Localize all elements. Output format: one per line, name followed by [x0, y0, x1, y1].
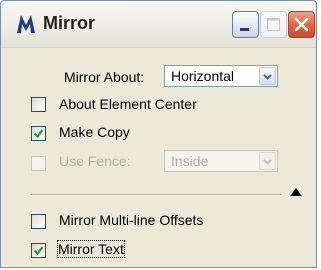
about-element-center-checkbox[interactable]	[31, 97, 46, 112]
chevron-down-icon	[263, 74, 272, 80]
use-fence-label[interactable]: Use Fence:	[59, 153, 131, 169]
section-divider	[31, 194, 281, 196]
use-fence-mode-value: Inside	[171, 153, 209, 169]
minimize-icon	[240, 28, 249, 31]
mirror-multiline-offsets-label[interactable]: Mirror Multi-line Offsets	[59, 212, 203, 228]
mirror-about-label: Mirror About:	[64, 69, 145, 85]
mirror-text-label[interactable]: Mirror Text	[57, 240, 125, 258]
collapse-arrow-icon[interactable]	[290, 188, 302, 196]
mirror-about-select[interactable]: Horizontal	[164, 65, 278, 87]
checkmark-icon	[33, 129, 44, 139]
make-copy-label[interactable]: Make Copy	[59, 124, 130, 140]
window-title: Mirror	[43, 13, 96, 33]
mirror-about-value: Horizontal	[171, 68, 235, 84]
minimize-button[interactable]	[232, 11, 259, 38]
use-fence-mode-select[interactable]: Inside	[164, 150, 278, 172]
maximize-button[interactable]	[260, 11, 287, 38]
mirror-multiline-offsets-checkbox[interactable]	[31, 214, 46, 229]
title-bar[interactable]: Mirror	[1, 1, 316, 48]
close-button[interactable]	[288, 11, 315, 38]
chevron-down-icon	[263, 159, 272, 165]
use-fence-dropdown-button[interactable]	[259, 152, 276, 170]
close-icon	[294, 17, 309, 32]
mirror-text-checkbox[interactable]	[31, 243, 46, 258]
mirror-tool-icon	[17, 15, 35, 33]
use-fence-checkbox[interactable]	[31, 156, 46, 171]
mirror-dialog: Mirror Mirror About: Horizontal About El…	[0, 0, 317, 268]
about-element-center-label[interactable]: About Element Center	[59, 96, 197, 112]
mirror-about-dropdown-button[interactable]	[259, 67, 276, 85]
maximize-icon	[267, 18, 280, 31]
make-copy-checkbox[interactable]	[31, 126, 46, 141]
checkmark-icon	[33, 246, 44, 256]
